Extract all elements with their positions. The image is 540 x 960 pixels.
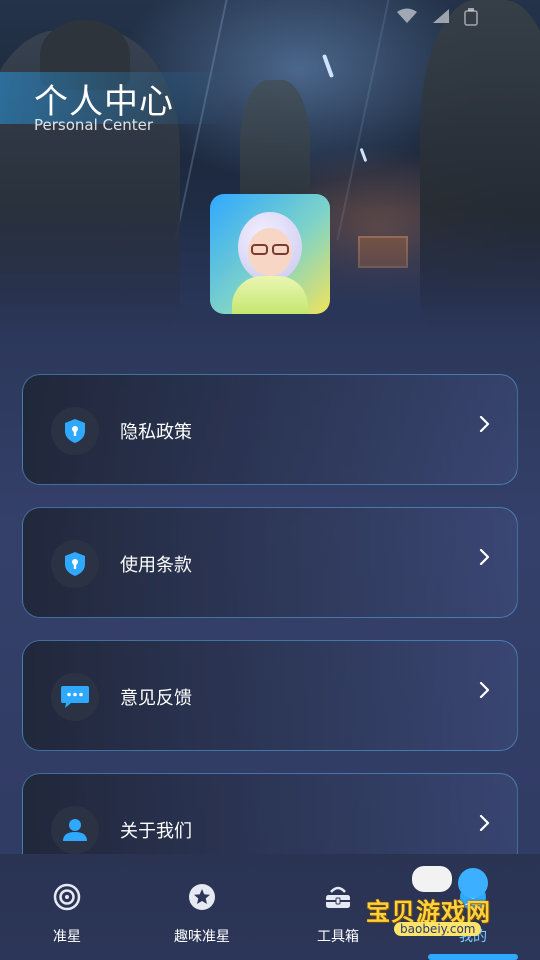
- tab-label: 趣味准星: [174, 929, 230, 945]
- gamepad-icon: [412, 866, 452, 892]
- status-bar: [0, 0, 540, 36]
- avatar-body: [232, 276, 308, 314]
- user-icon: [51, 806, 99, 854]
- page-header: 个人中心 Personal Center: [0, 66, 240, 158]
- page-subtitle: Personal Center: [34, 116, 154, 134]
- signal-icon: [432, 8, 450, 28]
- chevron-right-icon: [479, 549, 491, 565]
- shield-lock-icon: [51, 540, 99, 588]
- menu-item-terms-of-use[interactable]: 使用条款: [22, 507, 518, 618]
- menu-item-label: 意见反馈: [120, 688, 192, 709]
- chat-bubble-icon: [51, 673, 99, 721]
- toolbox-icon: [323, 882, 353, 912]
- battery-icon: [464, 8, 478, 30]
- watermark-logo: 宝贝游戏网 baobeiy.com: [362, 866, 522, 946]
- chevron-right-icon: [479, 416, 491, 432]
- menu-item-label: 隐私政策: [120, 422, 192, 443]
- menu-item-privacy-policy[interactable]: 隐私政策: [22, 374, 518, 485]
- avatar[interactable]: [210, 194, 330, 314]
- ceiling-light: [359, 147, 368, 163]
- menu-item-feedback[interactable]: 意见反馈: [22, 640, 518, 751]
- wifi-icon: [396, 8, 418, 28]
- chevron-right-icon: [479, 682, 491, 698]
- chevron-right-icon: [479, 815, 491, 831]
- menu-item-label: 使用条款: [120, 555, 192, 576]
- avatar-glasses: [248, 244, 292, 256]
- shield-lock-icon: [51, 407, 99, 455]
- star-circle-icon: [187, 882, 217, 912]
- tab-fun-crosshair[interactable]: 趣味准星: [137, 854, 267, 960]
- crosshair-icon: [52, 882, 82, 912]
- watermark-url: baobeiy.com: [394, 922, 482, 936]
- active-tab-indicator: [428, 954, 518, 960]
- tab-crosshair[interactable]: 准星: [2, 854, 132, 960]
- menu-item-label: 关于我们: [120, 821, 192, 842]
- tab-label: 准星: [53, 929, 81, 945]
